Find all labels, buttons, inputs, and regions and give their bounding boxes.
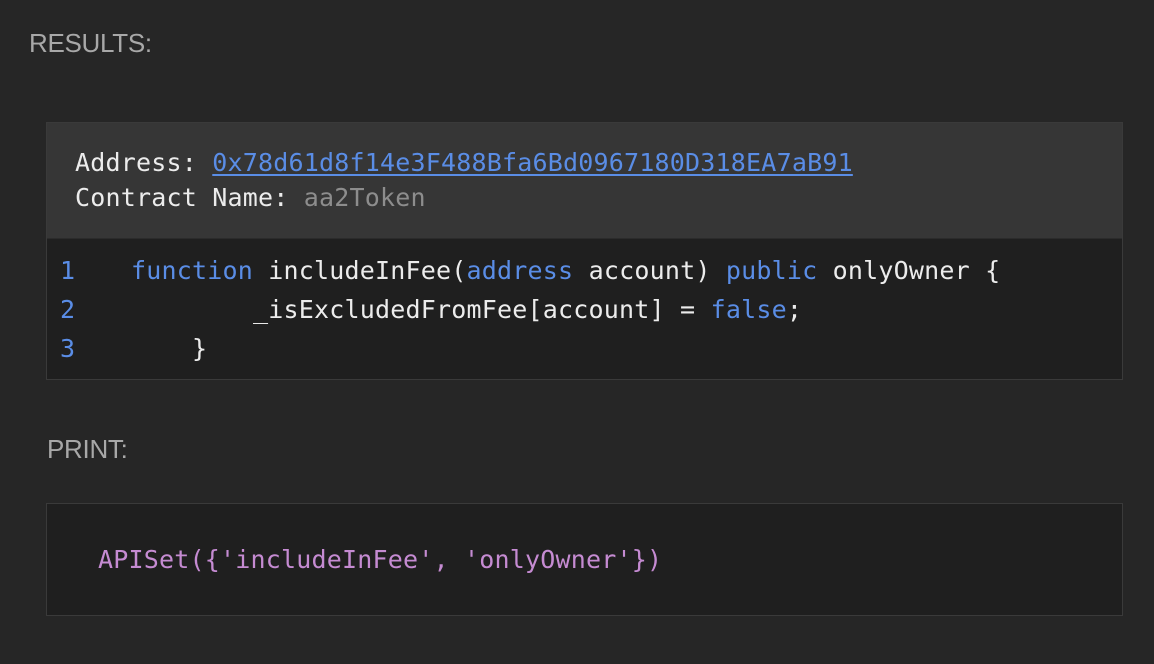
code-text: function includeInFee(address account) p… [131,256,1000,285]
code-block: 1 function includeInFee(address account)… [47,239,1122,379]
code-line: 3 } [47,334,1122,373]
result-card: Address: 0x78d61d8f14e3F488Bfa6Bd0967180… [46,122,1123,380]
contract-name-value: aa2Token [303,183,426,212]
code-text: } [131,334,207,363]
code-token: account) [573,256,726,285]
print-output-box: APISet({'includeInFee', 'onlyOwner'}) [46,503,1123,616]
print-output-text: APISet({'includeInFee', 'onlyOwner'}) [98,545,663,574]
address-row: Address: 0x78d61d8f14e3F488Bfa6Bd0967180… [75,148,853,177]
contract-name-label: Contract Name: [75,183,304,212]
code-token: onlyOwner { [817,256,1001,285]
keyword-token: function [131,256,254,285]
line-number: 1 [60,256,76,285]
code-line: 1 function includeInFee(address account)… [47,256,1122,295]
code-line: 2 _isExcludedFromFee[account] = false; [47,295,1122,334]
boolean-token: false [710,295,787,324]
code-token: ; [786,295,803,324]
results-heading: RESULTS: [29,28,152,58]
line-number: 3 [60,334,76,363]
contract-name-row: Contract Name: aa2Token [75,183,426,212]
address-link[interactable]: 0x78d61d8f14e3F488Bfa6Bd0967180D318EA7aB… [212,148,853,177]
address-label: Address: [75,148,213,177]
type-token: address [466,256,574,285]
keyword-token: public [725,256,818,285]
code-token: } [131,334,208,363]
code-text: _isExcludedFromFee[account] = false; [131,295,802,324]
print-heading: PRINT: [47,434,128,464]
code-token: includeInFee( [253,256,467,285]
line-number: 2 [60,295,76,324]
contract-info-header: Address: 0x78d61d8f14e3F488Bfa6Bd0967180… [47,123,1122,239]
code-token: _isExcludedFromFee[account] = [131,295,711,324]
